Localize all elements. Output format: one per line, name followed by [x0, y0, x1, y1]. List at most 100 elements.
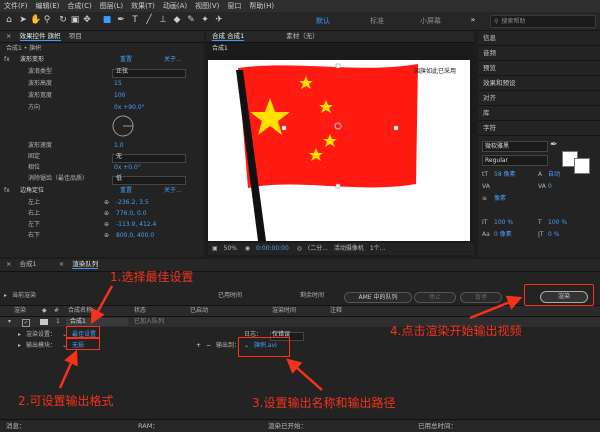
crosshair-icon[interactable]: ⊕ — [104, 231, 109, 241]
close-icon[interactable]: × — [6, 32, 11, 40]
direction-dial[interactable] — [110, 113, 136, 139]
param-value[interactable]: -113.9, 412.4 — [116, 220, 156, 230]
menu-composition[interactable]: 合成(C) — [63, 1, 95, 11]
zoom-tool-icon[interactable]: ⚲ — [42, 15, 52, 25]
workspace-default[interactable]: 默认 — [316, 16, 330, 26]
effect-wave-warp[interactable]: 波形变形 — [20, 55, 44, 65]
render-checkbox[interactable]: ✓ — [22, 319, 30, 327]
panel-preview[interactable]: 预览 — [478, 61, 600, 76]
pan-behind-tool-icon[interactable]: ✥ — [82, 15, 92, 25]
comp-subtab[interactable]: 合成1 — [212, 44, 228, 54]
antialias-select[interactable] — [112, 176, 186, 185]
param-value[interactable]: -236.2, 3.5 — [116, 198, 149, 208]
menu-file[interactable]: 文件(F) — [0, 1, 32, 11]
label-color-swatch[interactable] — [40, 319, 48, 325]
tab-comp1[interactable]: 合成1 — [20, 260, 37, 268]
camera-view-select[interactable]: 活动摄像机 — [334, 245, 364, 252]
font-family-select[interactable]: 微软雅黑 — [482, 141, 548, 152]
param-value[interactable]: 800.0, 400.0 — [116, 231, 154, 241]
close-icon[interactable]: × — [6, 260, 11, 268]
crosshair-icon[interactable]: ⊕ — [104, 198, 109, 208]
composition-viewer[interactable]: 国旗如此已采用 — [208, 60, 470, 241]
eyedropper-icon[interactable]: ✒ — [550, 140, 558, 150]
font-style-select[interactable]: Regular — [482, 155, 548, 166]
tab-footage[interactable]: 素材（无） — [286, 32, 319, 40]
menu-animation[interactable]: 动画(A) — [159, 1, 191, 11]
workspace-standard[interactable]: 标准 — [370, 16, 384, 26]
menu-view[interactable]: 视图(V) — [191, 1, 223, 11]
menu-edit[interactable]: 编辑(E) — [32, 1, 64, 11]
workspace-menu-icon[interactable]: » — [468, 15, 478, 25]
reset-button[interactable]: 重置 — [120, 55, 132, 65]
expand-arrow-icon[interactable]: ▸ — [4, 291, 7, 301]
timecode[interactable]: 0:00:00:00 — [256, 245, 289, 252]
param-value[interactable]: 776.0, 0.0 — [116, 209, 147, 219]
tracking-value[interactable]: 0 — [548, 182, 552, 192]
param-value[interactable]: 0x +0.0° — [114, 163, 141, 173]
menu-effect[interactable]: 效果(T) — [127, 1, 159, 11]
pen-tool-icon[interactable]: ✒ — [116, 15, 126, 25]
crosshair-icon[interactable]: ⊕ — [104, 220, 109, 230]
leading-value[interactable]: 自动 — [548, 170, 560, 180]
horizontal-scale-value[interactable]: 100 % — [548, 218, 567, 228]
stop-button[interactable]: 停止 — [414, 292, 456, 303]
camera-icon[interactable]: ◉ — [245, 245, 250, 252]
param-value[interactable]: 100 — [114, 91, 125, 101]
pause-button[interactable]: 暂停 — [460, 292, 502, 303]
hand-tool-icon[interactable]: ✋ — [30, 15, 41, 25]
font-size-value[interactable]: 58 像素 — [494, 170, 516, 180]
tab-composition[interactable]: 合成 合成1 — [212, 32, 245, 41]
panel-align[interactable]: 对齐 — [478, 91, 600, 106]
tab-project[interactable]: 项目 — [69, 32, 82, 40]
camera-tool-icon[interactable]: ▣ — [70, 15, 80, 25]
tab-render-queue[interactable]: 渲染队列 — [72, 260, 99, 269]
vertical-scale-value[interactable]: 100 % — [494, 218, 513, 228]
stroke-color-swatch[interactable] — [574, 158, 590, 174]
zoom-select[interactable]: 50% — [224, 245, 237, 252]
panel-info[interactable]: 信息 — [478, 31, 600, 46]
pinning-select[interactable] — [112, 154, 186, 163]
tab-effect-controls[interactable]: 效果控件 旗帜 — [19, 32, 61, 41]
tsume-value[interactable]: 0 % — [548, 230, 559, 240]
panel-audio[interactable]: 音频 — [478, 46, 600, 61]
rectangle-tool-icon[interactable]: ■ — [102, 15, 112, 25]
roto-tool-icon[interactable]: ✎ — [186, 15, 196, 25]
clone-tool-icon[interactable]: ⊥ — [158, 15, 168, 25]
close-icon[interactable]: × — [59, 260, 64, 268]
workspace-small-screen[interactable]: 小屏幕 — [420, 16, 441, 26]
puppet-tool-icon[interactable]: ✦ — [200, 15, 210, 25]
baseline-value[interactable]: 0 像素 — [494, 230, 512, 240]
views-select[interactable]: 1个... — [370, 245, 386, 252]
eraser-tool-icon[interactable]: ◆ — [172, 15, 182, 25]
param-value[interactable]: 15 — [114, 79, 122, 89]
text-tool-icon[interactable]: T — [130, 15, 140, 25]
panel-character[interactable]: 字符 — [478, 121, 600, 136]
param-value[interactable]: 1.0 — [114, 141, 124, 151]
expand-arrow-icon[interactable]: ▾ — [8, 317, 11, 327]
panel-effects-presets[interactable]: 效果和预设 — [478, 76, 600, 91]
pin-tool-icon[interactable]: ✈ — [214, 15, 224, 25]
remove-output-icon[interactable]: − — [206, 341, 211, 351]
selection-tool-icon[interactable]: ➤ — [18, 15, 28, 25]
snapshot-icon[interactable]: ◎ — [297, 245, 302, 252]
stroke-width-value[interactable]: 像素 — [494, 194, 506, 204]
param-value[interactable]: 0x +90.0° — [114, 103, 145, 113]
reset-button[interactable]: 重置 — [120, 186, 132, 196]
rotate-tool-icon[interactable]: ↻ — [58, 15, 68, 25]
about-button[interactable]: 关于... — [164, 55, 182, 65]
brush-tool-icon[interactable]: ╱ — [144, 15, 154, 25]
expand-arrow-icon[interactable]: ▸ — [18, 330, 21, 340]
panel-library[interactable]: 库 — [478, 106, 600, 121]
effect-corner-pin[interactable]: 边角定位 — [20, 186, 44, 196]
region-icon[interactable]: ▣ — [212, 245, 218, 252]
about-button[interactable]: 关于... — [164, 186, 182, 196]
queue-in-ame-button[interactable]: AME 中的队列 — [344, 292, 412, 303]
menu-window[interactable]: 窗口 — [223, 1, 245, 11]
menu-help[interactable]: 帮助(H) — [245, 1, 278, 11]
crosshair-icon[interactable]: ⊕ — [104, 209, 109, 219]
search-help-input[interactable]: ⚲ 搜索帮助 — [490, 15, 596, 28]
resolution-select[interactable]: (二分... — [308, 245, 328, 252]
expand-arrow-icon[interactable]: ▸ — [18, 341, 21, 351]
menu-layer[interactable]: 图层(L) — [96, 1, 127, 11]
home-icon[interactable]: ⌂ — [4, 15, 14, 25]
